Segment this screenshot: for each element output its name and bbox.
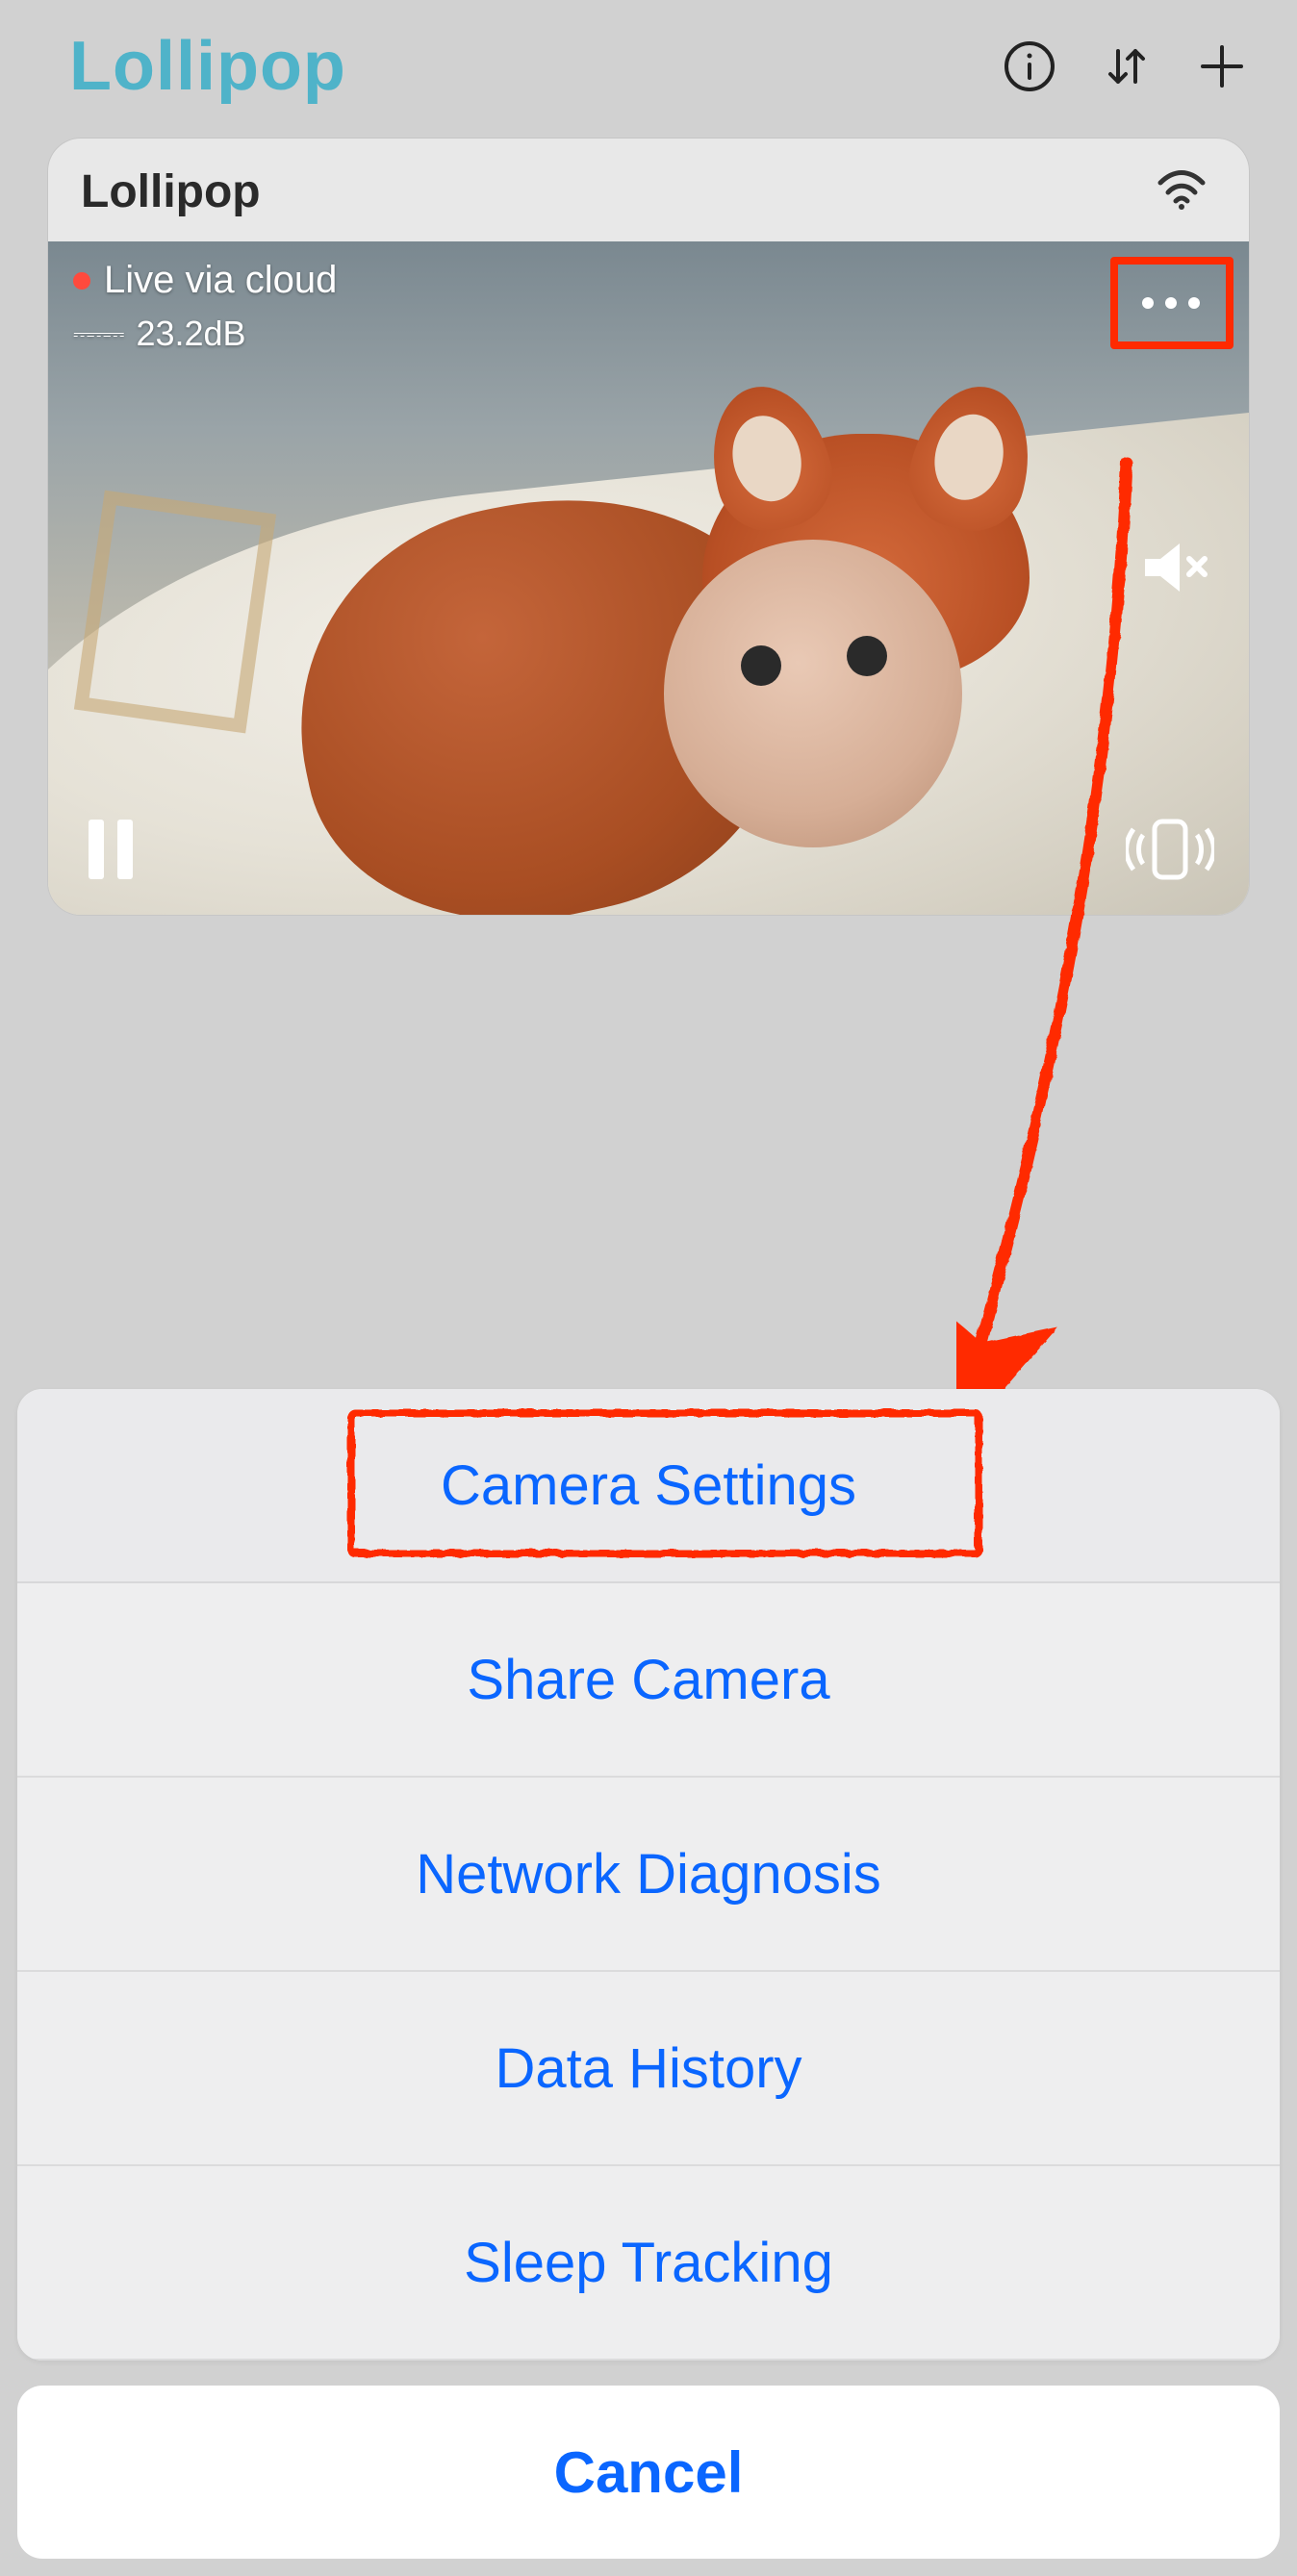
camera-card: Lollipop Live via cloud ⎓⎓⎓ 23.2dB (48, 139, 1249, 915)
pause-icon[interactable] (83, 816, 139, 888)
camera-name: Lollipop (81, 165, 261, 218)
wifi-icon (1157, 169, 1207, 215)
live-status-text: Live via cloud (104, 259, 337, 302)
phone-vibrate-icon[interactable] (1126, 816, 1214, 888)
camera-card-header: Lollipop (48, 139, 1249, 241)
mute-icon[interactable] (1141, 540, 1214, 600)
info-icon[interactable] (1003, 39, 1056, 93)
sheet-item-network-diagnosis[interactable]: Network Diagnosis (17, 1778, 1280, 1972)
annotation-highlight-settings (346, 1408, 981, 1556)
plus-icon[interactable] (1195, 39, 1249, 93)
video-feed[interactable]: Live via cloud ⎓⎓⎓ 23.2dB (48, 241, 1249, 915)
annotation-highlight-more (1110, 257, 1233, 349)
sheet-item-data-history[interactable]: Data History (17, 1972, 1280, 2166)
live-status-box: Live via cloud ⎓⎓⎓ 23.2dB (73, 259, 337, 354)
video-overlay-bottom (83, 816, 1214, 888)
db-value: 23.2dB (136, 314, 245, 354)
sheet-item-share-camera[interactable]: Share Camera (17, 1583, 1280, 1778)
video-overlay-top: Live via cloud ⎓⎓⎓ 23.2dB (73, 259, 1224, 354)
sort-arrows-icon[interactable] (1099, 39, 1153, 93)
waveform-icon: ⎓⎓⎓ (73, 320, 122, 347)
action-sheet: Camera Settings Share Camera Network Dia… (0, 1389, 1297, 2576)
live-dot-icon (73, 272, 90, 290)
action-sheet-list: Camera Settings Share Camera Network Dia… (17, 1389, 1280, 2361)
app-header: Lollipop (0, 0, 1297, 125)
cancel-button[interactable]: Cancel (17, 2386, 1280, 2559)
sheet-item-sleep-tracking[interactable]: Sleep Tracking (17, 2166, 1280, 2361)
app-title: Lollipop (69, 27, 346, 106)
header-icon-group (1003, 39, 1249, 93)
